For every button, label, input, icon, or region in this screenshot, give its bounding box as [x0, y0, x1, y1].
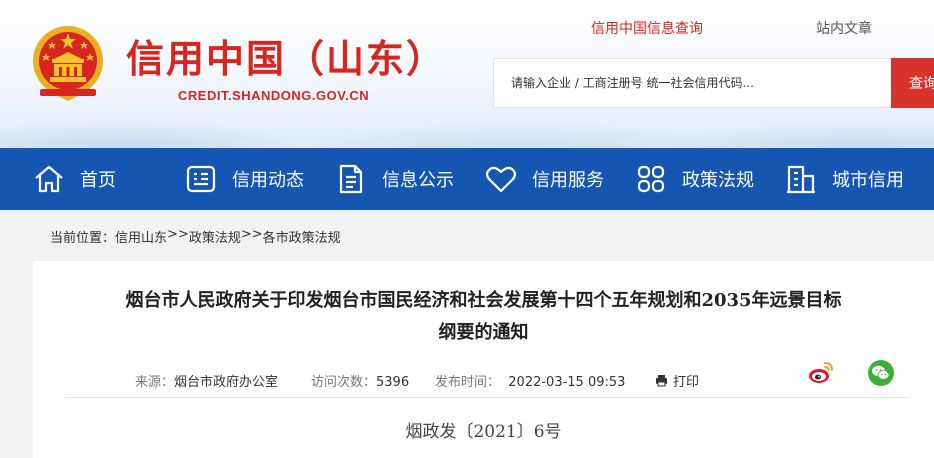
visits-value: 5396 [376, 375, 410, 390]
nav-item-home[interactable]: 首页 [32, 148, 116, 210]
nav-item-credit-news[interactable]: 信用动态 [184, 148, 304, 210]
tab-credit-query[interactable]: 信用中国信息查询 [591, 18, 703, 38]
article-title: 烟台市人民政府关于印发烟台市国民经济和社会发展第十四个五年规划和2035年远景目… [33, 285, 934, 349]
printer-icon [656, 375, 667, 387]
nav-label: 信用动态 [232, 170, 304, 191]
nav-label: 城市信用 [832, 170, 904, 191]
site-header: 信用中国（山东） CREDIT.SHANDONG.GOV.CN 信用中国信息查询… [0, 0, 934, 148]
main-nav: 首页 信用动态 信息公示 信用服务 政策法规 城市信用 [0, 148, 934, 210]
breadcrumb: 当前位置： 信用山东 >> 政策法规 >> 各市政策法规 [50, 227, 341, 246]
print-button[interactable]: 打印 [655, 371, 699, 390]
article-title-line-1: 烟台市人民政府关于印发烟台市国民经济和社会发展第十四个五年规划和2035年远景目… [125, 290, 842, 311]
article-source: 来源：烟台市政府办公室 [135, 371, 278, 390]
meta-divider [65, 397, 910, 398]
published-label: 发布时间： [435, 375, 501, 390]
weibo-icon[interactable] [807, 359, 835, 387]
nav-item-city-credit[interactable]: 城市信用 [784, 148, 904, 210]
grid-icon [637, 165, 665, 193]
visits-label: 访问次数： [311, 375, 377, 390]
breadcrumb-prefix: 当前位置： [50, 231, 116, 246]
article-card: 烟台市人民政府关于印发烟台市国民经济和社会发展第十四个五年规划和2035年远景目… [33, 261, 934, 458]
nav-item-credit-service[interactable]: 信用服务 [484, 148, 604, 210]
nav-label: 政策法规 [682, 170, 754, 191]
news-icon [186, 165, 216, 193]
breadcrumb-link-credit-shandong[interactable]: 信用山东 [115, 227, 167, 246]
building-icon [787, 165, 815, 194]
article-title-line-2: 纲要的通知 [438, 322, 529, 343]
article-visits: 访问次数：5396 [311, 371, 409, 390]
wechat-icon[interactable] [867, 359, 895, 387]
national-emblem-icon [33, 26, 103, 101]
site-domain: CREDIT.SHANDONG.GOV.CN [178, 88, 370, 103]
home-icon [35, 165, 63, 193]
print-label: 打印 [673, 375, 700, 390]
nav-label: 信用服务 [532, 170, 604, 191]
breadcrumb-separator: >> [167, 227, 189, 242]
document-icon [339, 164, 363, 194]
source-value: 烟台市政府办公室 [174, 375, 279, 390]
document-number: 烟政发〔2021〕6号 [405, 422, 562, 442]
search-button[interactable]: 查询 [891, 58, 934, 108]
breadcrumb-link-city-policy[interactable]: 各市政策法规 [263, 227, 341, 246]
heart-icon [485, 166, 517, 193]
site-title: 信用中国（山东） [126, 37, 447, 81]
nav-item-info-disclosure[interactable]: 信息公示 [334, 148, 454, 210]
tab-site-articles[interactable]: 站内文章 [816, 18, 872, 38]
nav-label: 信息公示 [382, 170, 454, 191]
nav-item-policy-law[interactable]: 政策法规 [634, 148, 754, 210]
search-input[interactable] [511, 76, 881, 90]
source-label: 来源： [135, 375, 175, 390]
published-value: 2022-03-15 09:53 [508, 375, 626, 390]
nav-label: 首页 [80, 170, 116, 191]
breadcrumb-link-policy-law[interactable]: 政策法规 [189, 227, 241, 246]
article-published: 发布时间： 2022-03-15 09:53 [435, 371, 625, 390]
breadcrumb-separator: >> [240, 227, 263, 242]
search-box [493, 58, 891, 108]
